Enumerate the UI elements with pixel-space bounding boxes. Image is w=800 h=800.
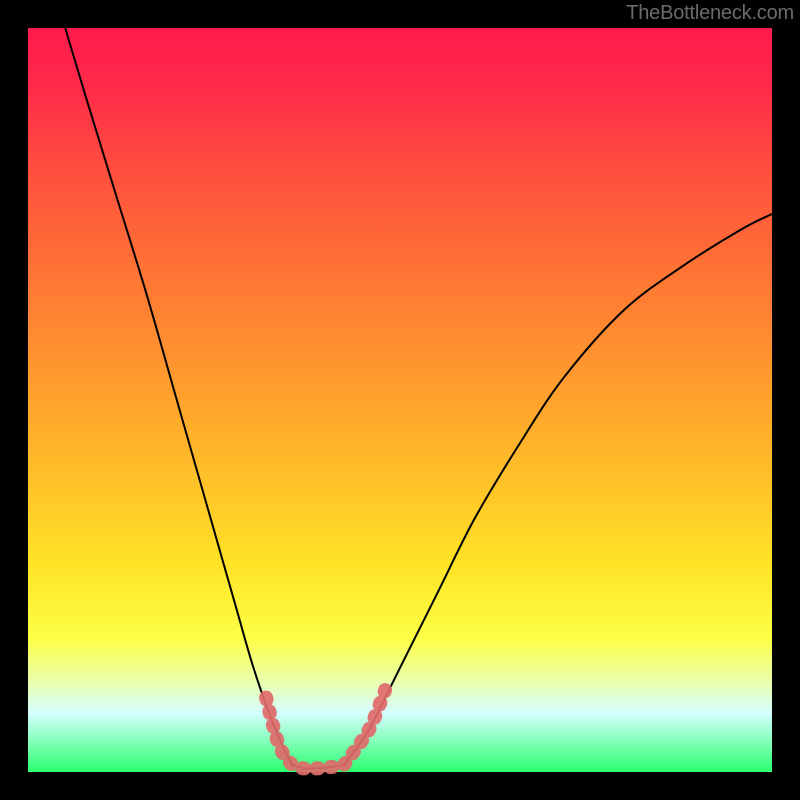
highlight-right-marker <box>344 690 385 764</box>
plot-area <box>28 28 772 772</box>
curve-layer <box>28 28 772 772</box>
highlight-left-marker <box>266 698 333 769</box>
chart-frame: TheBottleneck.com <box>0 0 800 800</box>
bottleneck-curve <box>65 28 772 769</box>
watermark-label: TheBottleneck.com <box>626 2 794 25</box>
